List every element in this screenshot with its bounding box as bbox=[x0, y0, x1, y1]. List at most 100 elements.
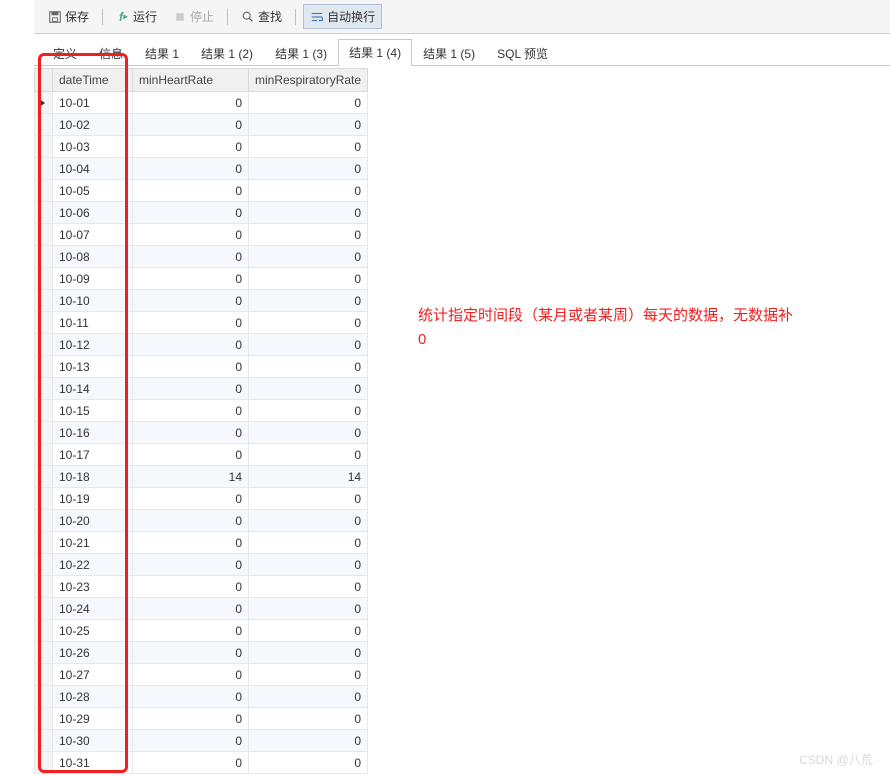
cell-datetime[interactable]: 10-25 bbox=[53, 620, 133, 642]
tab-7[interactable]: SQL 预览 bbox=[486, 40, 559, 66]
find-button[interactable]: 查找 bbox=[235, 5, 288, 28]
table-row[interactable]: 10-1600 bbox=[35, 422, 368, 444]
cell-minheartrate[interactable]: 0 bbox=[133, 246, 249, 268]
cell-minrespiratoryrate[interactable]: 0 bbox=[249, 334, 368, 356]
table-row[interactable]: 10-1000 bbox=[35, 290, 368, 312]
row-header[interactable] bbox=[35, 488, 53, 510]
table-row[interactable]: 10-2700 bbox=[35, 664, 368, 686]
cell-minheartrate[interactable]: 0 bbox=[133, 576, 249, 598]
cell-minrespiratoryrate[interactable]: 0 bbox=[249, 290, 368, 312]
row-header[interactable] bbox=[35, 730, 53, 752]
table-row[interactable]: 10-3100 bbox=[35, 752, 368, 774]
table-row[interactable]: 10-1100 bbox=[35, 312, 368, 334]
cell-minheartrate[interactable]: 0 bbox=[133, 268, 249, 290]
cell-minrespiratoryrate[interactable]: 0 bbox=[249, 202, 368, 224]
cell-datetime[interactable]: 10-19 bbox=[53, 488, 133, 510]
col-header-minheartrate[interactable]: minHeartRate bbox=[133, 69, 249, 92]
cell-minheartrate[interactable]: 0 bbox=[133, 444, 249, 466]
cell-minrespiratoryrate[interactable]: 0 bbox=[249, 356, 368, 378]
cell-datetime[interactable]: 10-12 bbox=[53, 334, 133, 356]
cell-minheartrate[interactable]: 0 bbox=[133, 642, 249, 664]
row-header[interactable] bbox=[35, 334, 53, 356]
cell-datetime[interactable]: 10-10 bbox=[53, 290, 133, 312]
cell-datetime[interactable]: 10-23 bbox=[53, 576, 133, 598]
tab-3[interactable]: 结果 1 (2) bbox=[190, 40, 264, 66]
cell-minrespiratoryrate[interactable]: 0 bbox=[249, 224, 368, 246]
table-row[interactable]: 10-2400 bbox=[35, 598, 368, 620]
table-row[interactable]: 10-0600 bbox=[35, 202, 368, 224]
row-header[interactable] bbox=[35, 708, 53, 730]
tab-6[interactable]: 结果 1 (5) bbox=[412, 40, 486, 66]
cell-minheartrate[interactable]: 0 bbox=[133, 334, 249, 356]
cell-minheartrate[interactable]: 0 bbox=[133, 664, 249, 686]
cell-minrespiratoryrate[interactable]: 0 bbox=[249, 378, 368, 400]
cell-minheartrate[interactable]: 0 bbox=[133, 224, 249, 246]
cell-datetime[interactable]: 10-04 bbox=[53, 158, 133, 180]
cell-minrespiratoryrate[interactable]: 0 bbox=[249, 400, 368, 422]
col-header-minrespiratoryrate[interactable]: minRespiratoryRate bbox=[249, 69, 368, 92]
cell-minrespiratoryrate[interactable]: 0 bbox=[249, 268, 368, 290]
cell-minrespiratoryrate[interactable]: 0 bbox=[249, 114, 368, 136]
cell-minheartrate[interactable]: 0 bbox=[133, 422, 249, 444]
row-header[interactable] bbox=[35, 92, 53, 114]
cell-minheartrate[interactable]: 14 bbox=[133, 466, 249, 488]
row-header[interactable] bbox=[35, 554, 53, 576]
cell-datetime[interactable]: 10-26 bbox=[53, 642, 133, 664]
cell-minrespiratoryrate[interactable]: 0 bbox=[249, 730, 368, 752]
table-row[interactable]: 10-0900 bbox=[35, 268, 368, 290]
cell-datetime[interactable]: 10-15 bbox=[53, 400, 133, 422]
row-header[interactable] bbox=[35, 532, 53, 554]
table-row[interactable]: 10-1400 bbox=[35, 378, 368, 400]
col-header-datetime[interactable]: dateTime bbox=[53, 69, 133, 92]
cell-minheartrate[interactable]: 0 bbox=[133, 378, 249, 400]
cell-minrespiratoryrate[interactable]: 0 bbox=[249, 136, 368, 158]
cell-minheartrate[interactable]: 0 bbox=[133, 686, 249, 708]
cell-datetime[interactable]: 10-08 bbox=[53, 246, 133, 268]
cell-datetime[interactable]: 10-31 bbox=[53, 752, 133, 774]
table-row[interactable]: 10-0500 bbox=[35, 180, 368, 202]
cell-minrespiratoryrate[interactable]: 0 bbox=[249, 686, 368, 708]
cell-minheartrate[interactable]: 0 bbox=[133, 532, 249, 554]
row-header[interactable] bbox=[35, 312, 53, 334]
row-header[interactable] bbox=[35, 378, 53, 400]
cell-datetime[interactable]: 10-05 bbox=[53, 180, 133, 202]
row-header[interactable] bbox=[35, 752, 53, 774]
cell-datetime[interactable]: 10-30 bbox=[53, 730, 133, 752]
cell-minrespiratoryrate[interactable]: 0 bbox=[249, 532, 368, 554]
cell-minrespiratoryrate[interactable]: 0 bbox=[249, 488, 368, 510]
cell-datetime[interactable]: 10-03 bbox=[53, 136, 133, 158]
cell-minrespiratoryrate[interactable]: 0 bbox=[249, 664, 368, 686]
run-button[interactable]: f▸ 运行 bbox=[110, 5, 163, 28]
cell-minheartrate[interactable]: 0 bbox=[133, 136, 249, 158]
row-header[interactable] bbox=[35, 224, 53, 246]
cell-minrespiratoryrate[interactable]: 0 bbox=[249, 246, 368, 268]
row-header[interactable] bbox=[35, 620, 53, 642]
cell-minheartrate[interactable]: 0 bbox=[133, 312, 249, 334]
tab-1[interactable]: 信息 bbox=[88, 40, 134, 66]
row-header[interactable] bbox=[35, 510, 53, 532]
cell-minrespiratoryrate[interactable]: 0 bbox=[249, 576, 368, 598]
table-row[interactable]: 10-1500 bbox=[35, 400, 368, 422]
cell-minheartrate[interactable]: 0 bbox=[133, 620, 249, 642]
table-row[interactable]: 10-2800 bbox=[35, 686, 368, 708]
row-header[interactable] bbox=[35, 598, 53, 620]
cell-minheartrate[interactable]: 0 bbox=[133, 730, 249, 752]
cell-minrespiratoryrate[interactable]: 0 bbox=[249, 180, 368, 202]
table-row[interactable]: 10-181414 bbox=[35, 466, 368, 488]
table-row[interactable]: 10-2500 bbox=[35, 620, 368, 642]
save-button[interactable]: 保存 bbox=[42, 5, 95, 28]
row-header[interactable] bbox=[35, 180, 53, 202]
table-row[interactable]: 10-1300 bbox=[35, 356, 368, 378]
cell-minrespiratoryrate[interactable]: 0 bbox=[249, 444, 368, 466]
table-row[interactable]: 10-0300 bbox=[35, 136, 368, 158]
cell-minheartrate[interactable]: 0 bbox=[133, 752, 249, 774]
cell-datetime[interactable]: 10-01 bbox=[53, 92, 133, 114]
table-row[interactable]: 10-2600 bbox=[35, 642, 368, 664]
cell-minheartrate[interactable]: 0 bbox=[133, 180, 249, 202]
cell-minheartrate[interactable]: 0 bbox=[133, 290, 249, 312]
table-row[interactable]: 10-2900 bbox=[35, 708, 368, 730]
row-header[interactable] bbox=[35, 422, 53, 444]
cell-minheartrate[interactable]: 0 bbox=[133, 554, 249, 576]
table-row[interactable]: 10-1900 bbox=[35, 488, 368, 510]
cell-minrespiratoryrate[interactable]: 0 bbox=[249, 312, 368, 334]
